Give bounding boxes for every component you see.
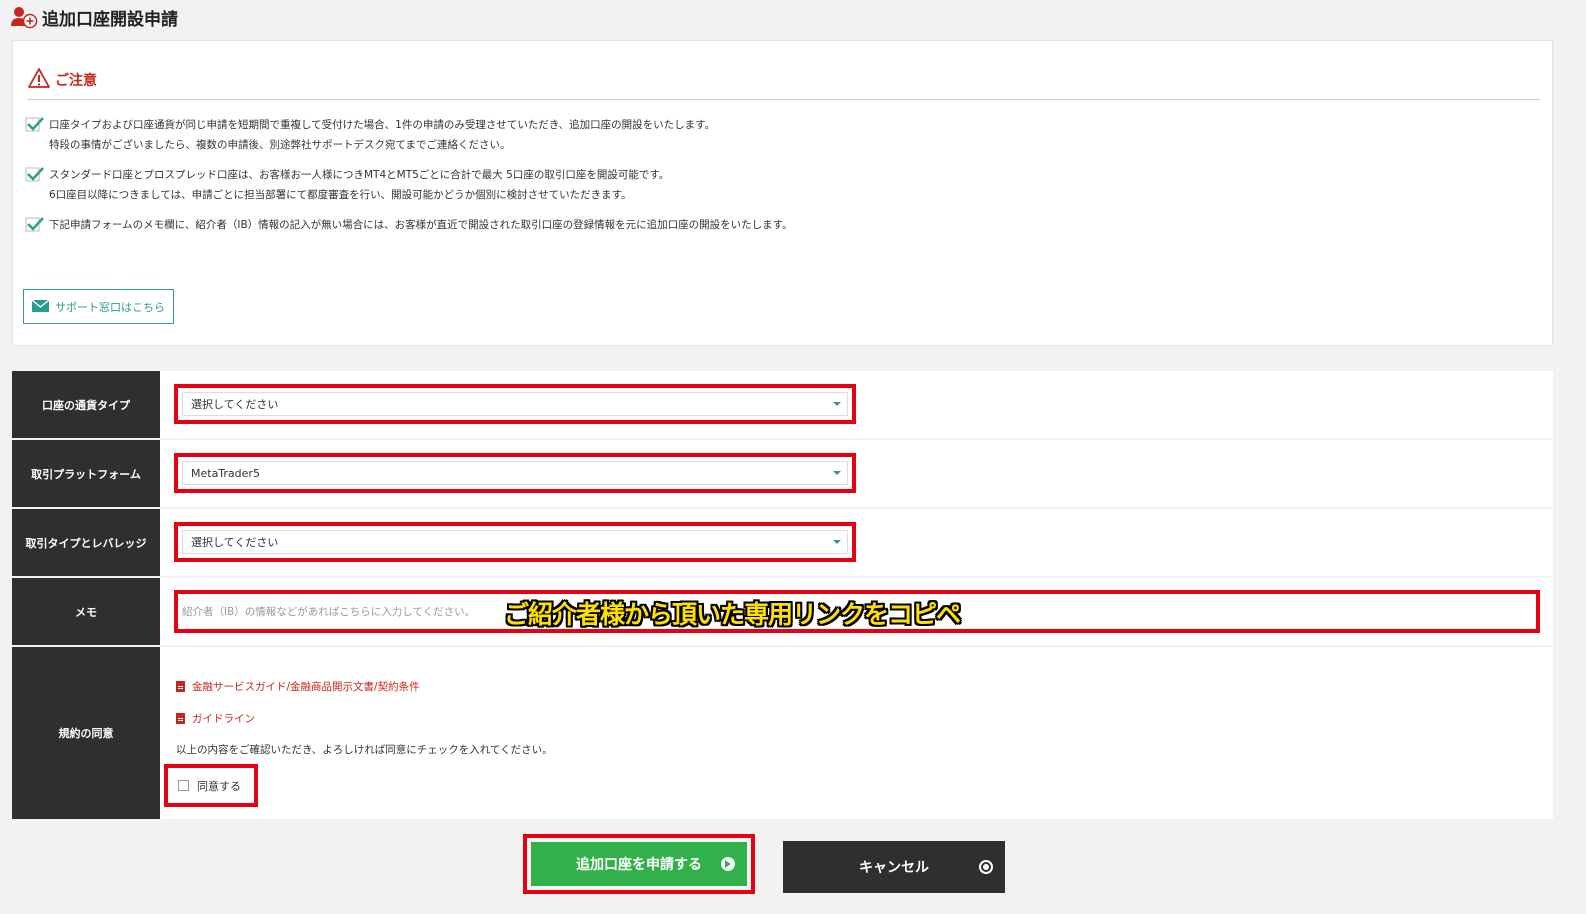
trade-type-value: 選択してください <box>191 536 279 549</box>
checkmark-icon <box>25 215 45 233</box>
notice-item: スタンダード口座とプロスプレッド口座は、お客様お一人様につきMT4とMT5ごとに… <box>25 165 1525 205</box>
notice-line: 口座タイプおよび口座通貨が同じ申請を短期間で重複して受付けた場合、1件の申請のみ… <box>49 119 716 131</box>
row-platform: 取引プラットフォーム MetaTrader5 <box>12 440 1553 509</box>
agreement-note: 以上の内容をご確認いただき、よろしければ同意にチェックを入れてください。 <box>176 744 553 756</box>
arrow-right-circle-icon <box>721 857 735 871</box>
currency-type-highlight: 選択してください <box>174 384 856 424</box>
platform-highlight: MetaTrader5 <box>174 453 856 493</box>
chevron-down-icon <box>833 402 841 406</box>
page-title: 追加口座開設申請 <box>42 9 178 30</box>
document-icon <box>176 713 185 724</box>
notice-list: 口座タイプおよび口座通貨が同じ申請を短期間で重複して受付けた場合、1件の申請のみ… <box>25 115 1525 245</box>
notice-line: 特段の事情がございましたら、複数の申請後、別途弊社サポートデスク宛てまでご連絡く… <box>49 139 511 151</box>
application-form: 口座の通貨タイプ 選択してください 取引プラットフォーム MetaTrader5… <box>12 371 1553 819</box>
agreement-label: 規約の同意 <box>12 647 160 819</box>
row-currency-type: 口座の通貨タイプ 選択してください <box>12 371 1553 440</box>
support-button[interactable]: サポート窓口はこちら <box>23 289 174 324</box>
notice-item: 下記申請フォームのメモ欄に、紹介者（IB）情報の記入が無い場合には、お客様が直近… <box>25 215 1525 235</box>
notice-title: ご注意 <box>55 73 97 89</box>
support-button-label: サポート窓口はこちら <box>55 300 165 314</box>
trade-type-select[interactable]: 選択してください <box>182 530 848 554</box>
checkmark-icon <box>25 165 45 183</box>
cancel-button-label: キャンセル <box>859 860 929 876</box>
guideline-link[interactable]: ガイドライン <box>176 711 255 726</box>
notice-panel: ご注意 口座タイプおよび口座通貨が同じ申請を短期間で重複して受付けた場合、1件の… <box>12 40 1553 346</box>
platform-value: MetaTrader5 <box>191 466 260 480</box>
chevron-down-icon <box>833 540 841 544</box>
memo-annotation: ご紹介者様から頂いた専用リンクをコピペ <box>504 600 961 629</box>
notice-line: 6口座目以降につきましては、申請ごとに担当部署にて都度審査を行い、開設可能かどう… <box>49 189 632 201</box>
platform-select[interactable]: MetaTrader5 <box>182 461 848 485</box>
checkmark-icon <box>25 115 45 133</box>
user-add-icon <box>10 5 38 29</box>
stop-circle-icon <box>979 860 993 874</box>
memo-label: メモ <box>12 578 160 645</box>
currency-type-label: 口座の通貨タイプ <box>12 371 160 438</box>
warning-icon <box>27 67 51 93</box>
submit-button[interactable]: 追加口座を申請する <box>531 842 747 886</box>
memo-highlight: ご紹介者様から頂いた専用リンクをコピペ <box>174 590 1540 633</box>
notice-line: スタンダード口座とプロスプレッド口座は、お客様お一人様につきMT4とMT5ごとに… <box>49 169 670 181</box>
agree-checkbox-label: 同意する <box>197 779 241 793</box>
submit-button-label: 追加口座を申請する <box>576 857 702 873</box>
terms-document-link[interactable]: 金融サービスガイド/金融商品開示文書/契約条件 <box>176 679 420 694</box>
currency-type-value: 選択してください <box>191 398 279 411</box>
agree-checkbox[interactable] <box>178 780 189 791</box>
chevron-down-icon <box>833 471 841 475</box>
notice-item: 口座タイプおよび口座通貨が同じ申請を短期間で重複して受付けた場合、1件の申請のみ… <box>25 115 1525 155</box>
row-agreement: 規約の同意 金融サービスガイド/金融商品開示文書/契約条件 ガイドライン 以上の… <box>12 647 1553 819</box>
agree-checkbox-highlight[interactable]: 同意する <box>164 764 258 807</box>
document-icon <box>176 681 185 692</box>
currency-type-select[interactable]: 選択してください <box>182 392 848 416</box>
memo-input[interactable] <box>182 598 502 625</box>
page-header: 追加口座開設申請 <box>10 4 178 30</box>
notice-heading: ご注意 <box>27 67 97 93</box>
mail-icon <box>31 297 50 316</box>
trade-type-highlight: 選択してください <box>174 522 856 562</box>
cancel-button[interactable]: キャンセル <box>783 841 1005 893</box>
submit-highlight: 追加口座を申請する <box>523 834 755 894</box>
row-memo: メモ ご紹介者様から頂いた専用リンクをコピペ <box>12 578 1553 647</box>
trade-type-label: 取引タイプとレバレッジ <box>12 509 160 576</box>
notice-line: 下記申請フォームのメモ欄に、紹介者（IB）情報の記入が無い場合には、お客様が直近… <box>49 219 793 231</box>
notice-divider <box>27 99 1540 100</box>
platform-label: 取引プラットフォーム <box>12 440 160 507</box>
row-trade-type: 取引タイプとレバレッジ 選択してください <box>12 509 1553 578</box>
